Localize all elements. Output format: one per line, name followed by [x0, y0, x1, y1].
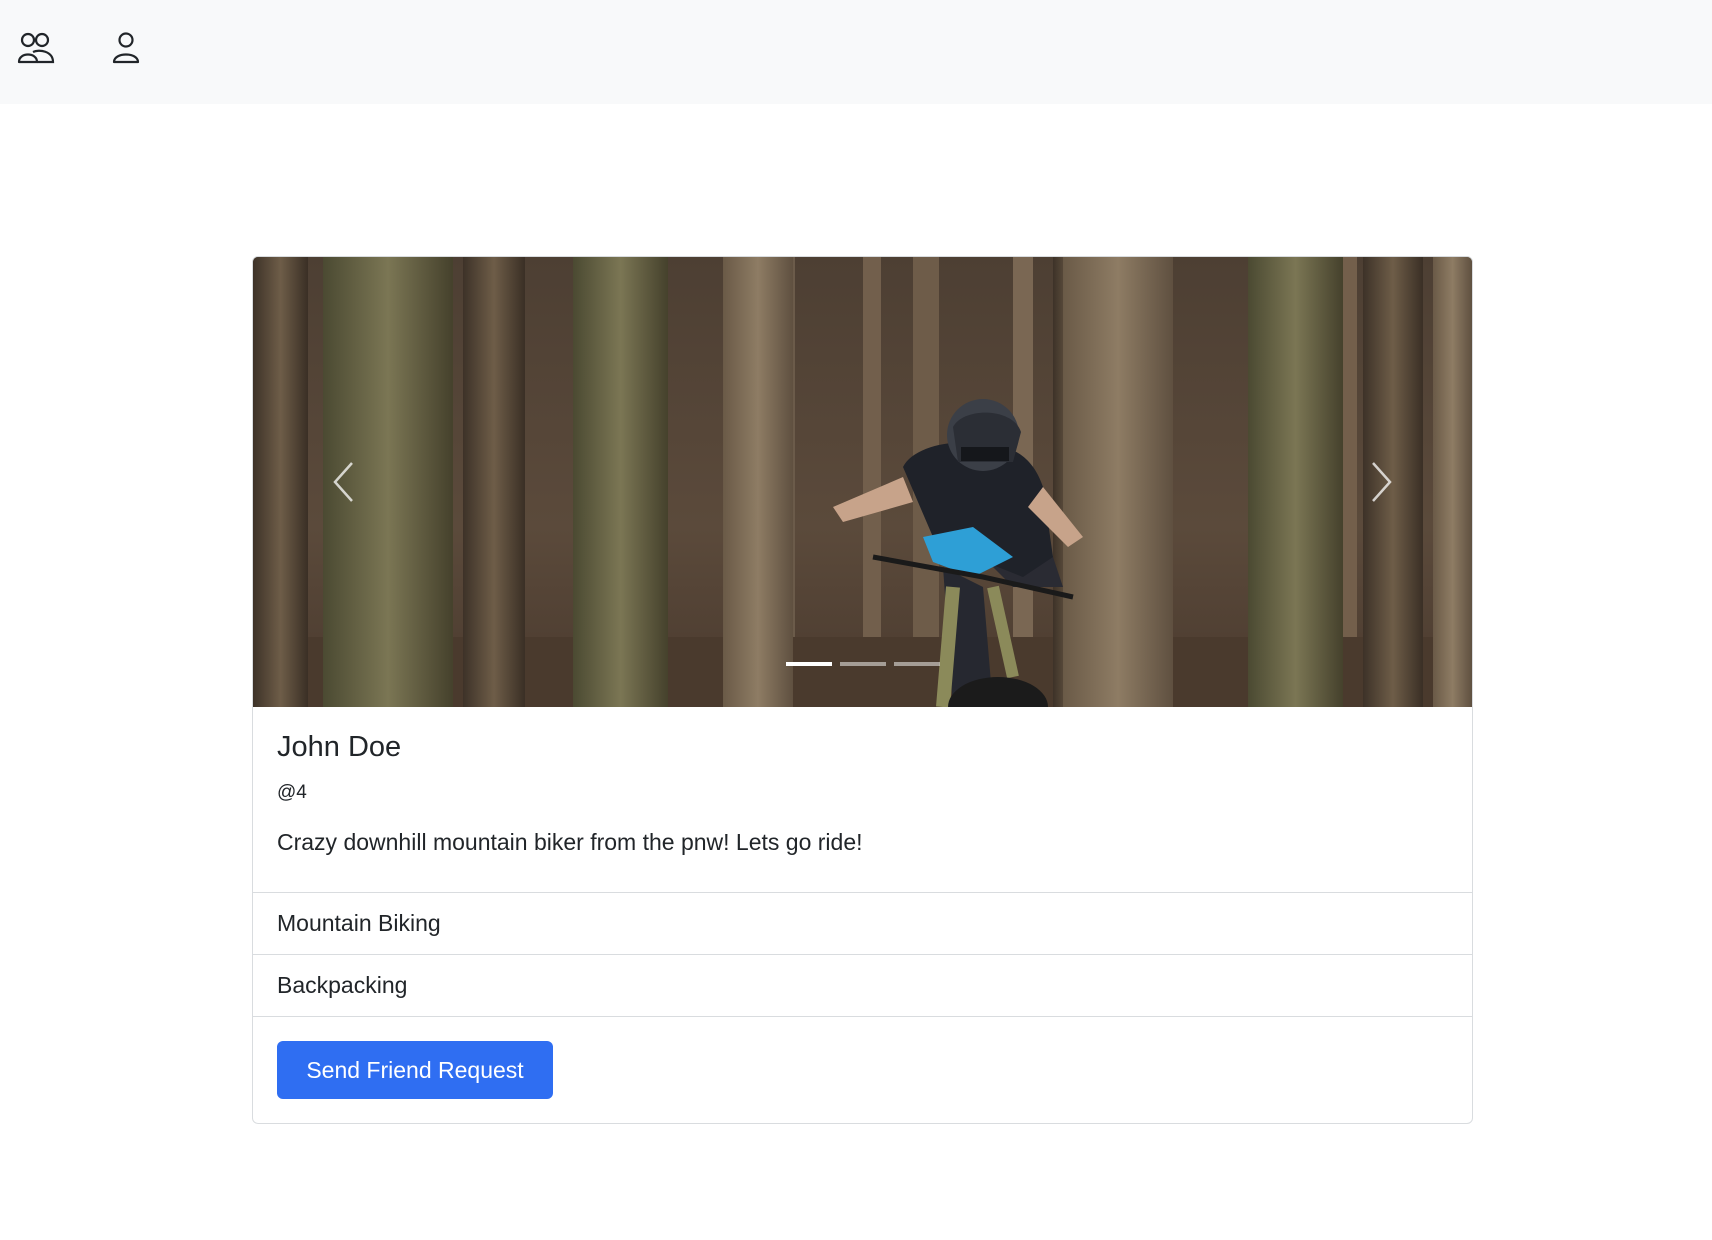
- people-icon: [17, 32, 55, 64]
- carousel-prev-button[interactable]: [253, 257, 433, 707]
- profile-name: John Doe: [277, 731, 402, 763]
- photo-carousel: [253, 257, 1472, 707]
- person-icon: [112, 32, 140, 64]
- top-navbar: [0, 0, 1712, 104]
- card-footer: Send Friend Request: [253, 1018, 1472, 1123]
- profile-card: John Doe @4 Crazy downhill mountain bike…: [252, 256, 1473, 1124]
- profile-handle: @4: [277, 782, 307, 803]
- carousel-next-button[interactable]: [1292, 257, 1472, 707]
- profile-details: John Doe @4 Crazy downhill mountain bike…: [253, 707, 1472, 892]
- chevron-left-icon: [333, 462, 353, 502]
- chevron-right-icon: [1372, 462, 1392, 502]
- send-friend-request-button[interactable]: Send Friend Request: [277, 1041, 553, 1099]
- carousel-indicators: [253, 662, 1472, 666]
- carousel-indicator-1[interactable]: [785, 662, 832, 666]
- friends-nav-button[interactable]: [16, 30, 56, 66]
- profile-bio: Crazy downhill mountain biker from the p…: [277, 829, 863, 855]
- profile-photo: [253, 257, 1472, 707]
- profile-nav-button[interactable]: [106, 30, 146, 66]
- interests-list: Mountain Biking Backpacking: [253, 892, 1472, 1017]
- carousel-indicator-3[interactable]: [893, 662, 940, 666]
- list-item: Backpacking: [253, 955, 1472, 1017]
- carousel-indicator-2[interactable]: [839, 662, 886, 666]
- list-item: Mountain Biking: [253, 893, 1472, 955]
